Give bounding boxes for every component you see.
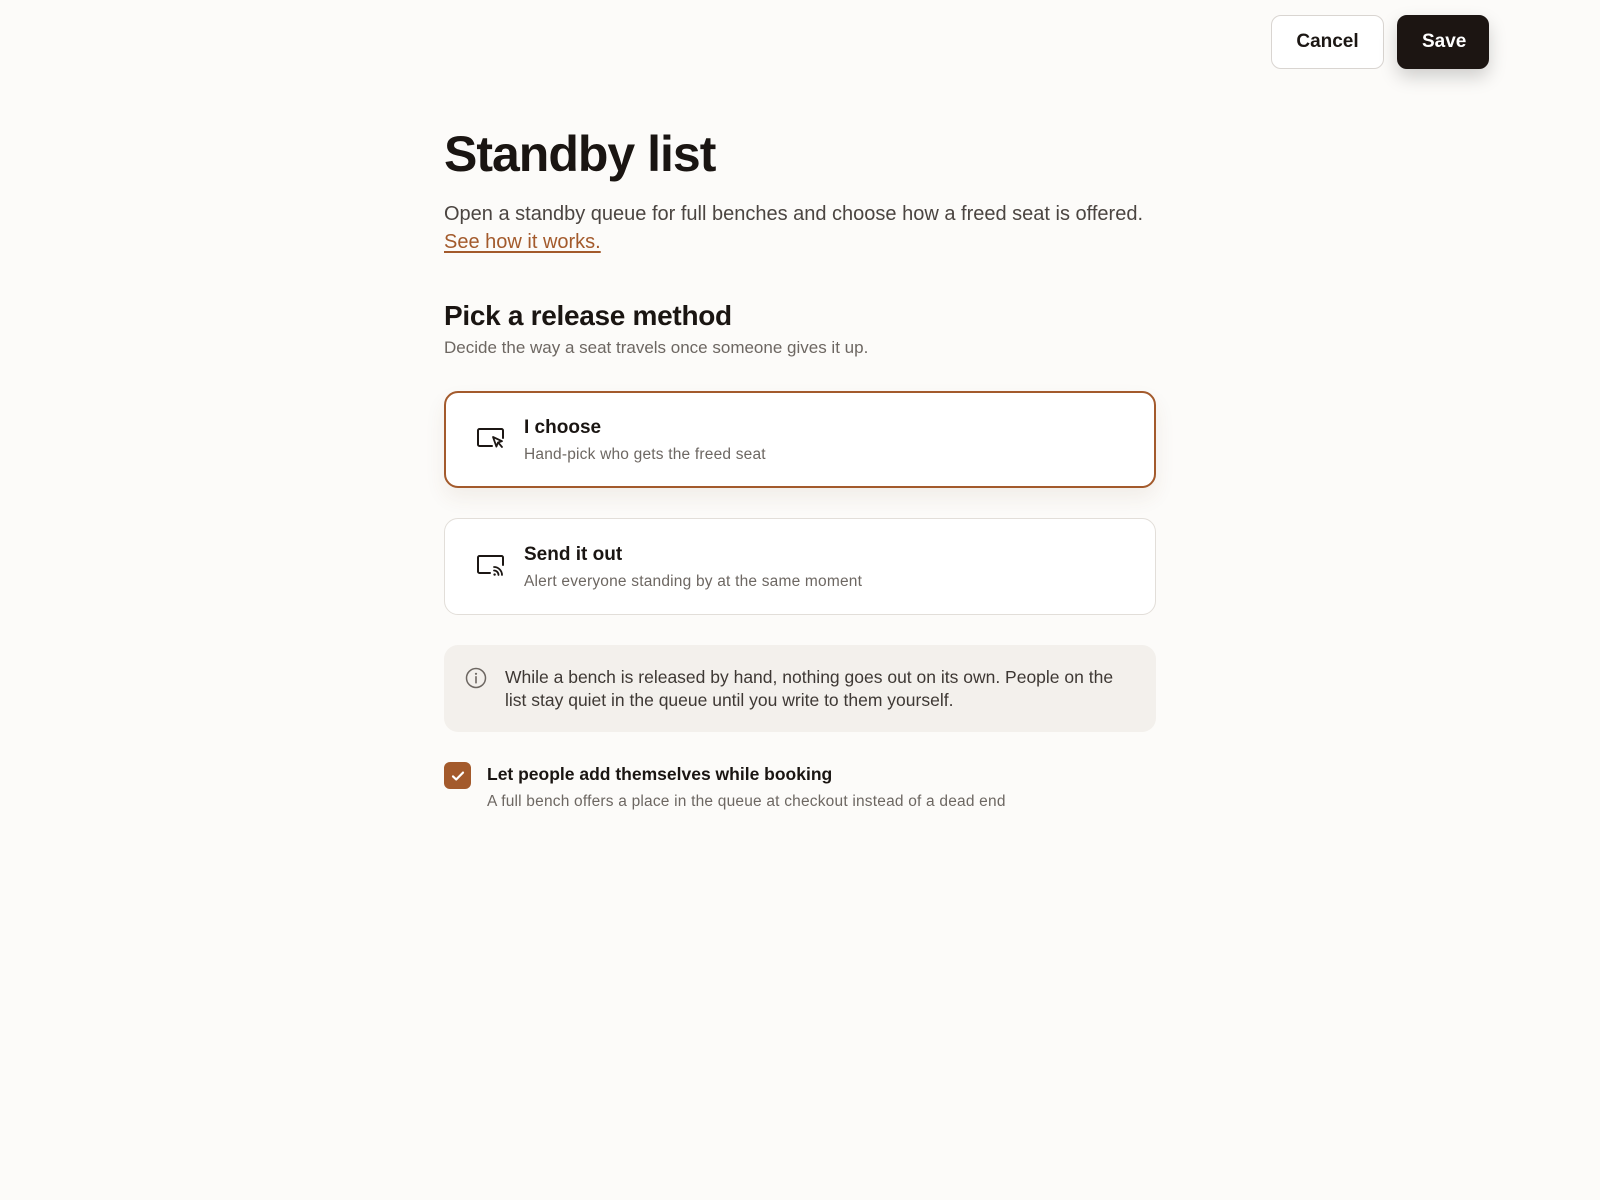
screen-cursor-icon bbox=[475, 424, 507, 456]
option-description: Hand-pick who gets the freed seat bbox=[524, 445, 766, 463]
page-description-text: Open a standby queue for full benches an… bbox=[444, 203, 1143, 225]
settings-panel: Standby list Open a standby queue for fu… bbox=[444, 120, 1156, 812]
checkmark-icon bbox=[451, 771, 464, 781]
option-description: Alert everyone standing by at the same m… bbox=[524, 572, 863, 590]
cancel-button[interactable]: Cancel bbox=[1271, 15, 1384, 69]
screen-broadcast-icon bbox=[475, 551, 507, 583]
info-notice: While a bench is released by hand, nothi… bbox=[444, 645, 1156, 732]
self-add-checkbox[interactable] bbox=[444, 762, 471, 789]
self-add-option: Let people add themselves while booking … bbox=[444, 762, 1156, 812]
checkbox-text: Let people add themselves while booking … bbox=[487, 762, 1006, 812]
section-title: Pick a release method bbox=[444, 300, 732, 331]
top-action-bar: Cancel Save bbox=[1271, 15, 1489, 69]
section-subtitle: Decide the way a seat travels once someo… bbox=[444, 338, 869, 357]
option-text: Send it out Alert everyone standing by a… bbox=[524, 542, 862, 592]
info-icon bbox=[465, 667, 487, 689]
page-description: Open a standby queue for full benches an… bbox=[444, 200, 1156, 256]
option-title: Send it out bbox=[524, 543, 623, 565]
how-it-works-link[interactable]: See how it works. bbox=[444, 231, 601, 253]
option-text: I choose Hand-pick who gets the freed se… bbox=[524, 415, 766, 465]
notice-text: While a bench is released by hand, nothi… bbox=[505, 667, 1114, 710]
release-option-i-choose[interactable]: I choose Hand-pick who gets the freed se… bbox=[444, 391, 1156, 488]
release-option-send-it-out[interactable]: Send it out Alert everyone standing by a… bbox=[444, 518, 1156, 615]
page-title: Standby list bbox=[444, 126, 716, 182]
option-title: I choose bbox=[524, 416, 602, 438]
checkbox-description: A full bench offers a place in the queue… bbox=[487, 793, 1006, 810]
checkbox-label[interactable]: Let people add themselves while booking bbox=[487, 762, 1006, 786]
save-button[interactable]: Save bbox=[1397, 15, 1489, 69]
